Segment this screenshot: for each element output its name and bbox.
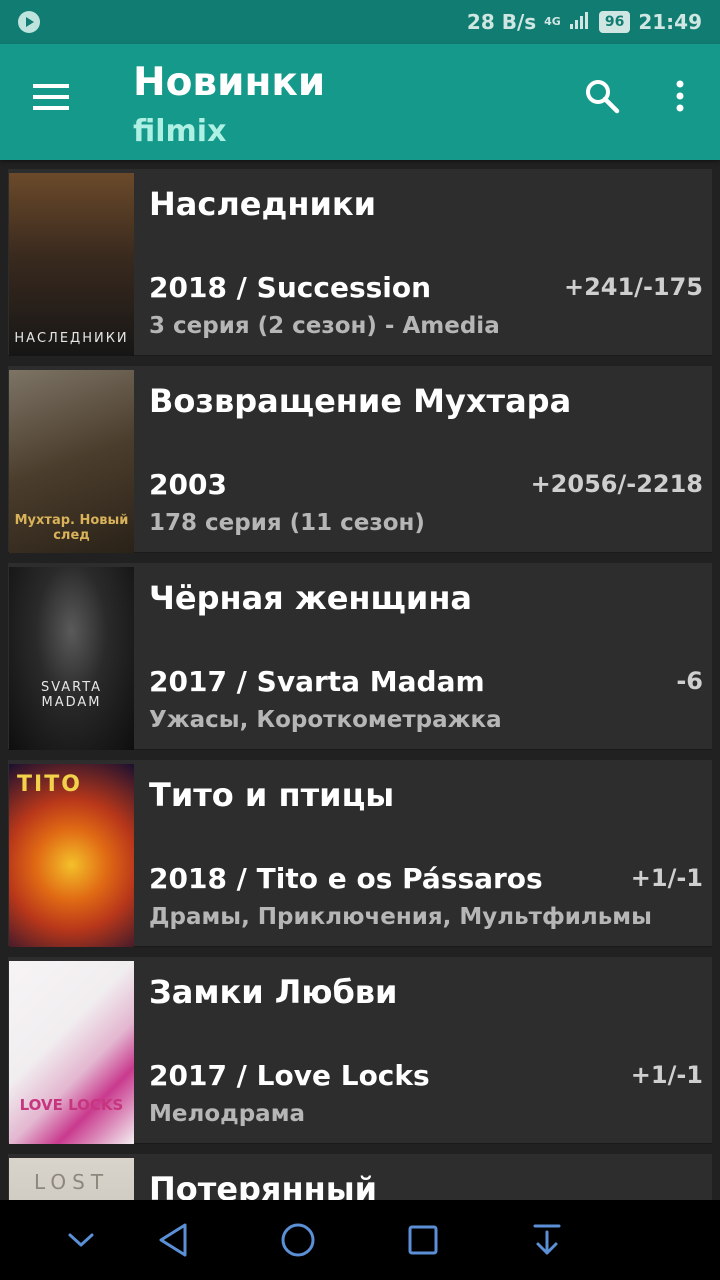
nav-home-button[interactable] — [276, 1218, 320, 1262]
item-title: Возвращение Мухтара — [149, 382, 572, 420]
recents-square-icon — [408, 1225, 438, 1255]
poster-caption: LOVE LOCKS — [19, 1096, 124, 1114]
item-title: Наследники — [149, 185, 376, 223]
nav-recents-button[interactable] — [401, 1218, 445, 1262]
item-title: Чёрная женщина — [149, 579, 473, 617]
search-button[interactable] — [578, 72, 626, 120]
list-item[interactable]: TITO Тито и птицы 2018 / Tito e os Pássa… — [8, 760, 712, 947]
app-bar: Новинки filmix — [0, 44, 720, 160]
list-item[interactable]: Мухтар. Новый след Возвращение Мухтара 2… — [8, 366, 712, 553]
poster-image: НАСЛЕДНИКИ — [9, 173, 134, 356]
item-info: 3 серия (2 сезон) - Amedia — [149, 313, 500, 339]
content-list[interactable]: НАСЛЕДНИКИ Наследники 2018 / Succession … — [0, 160, 720, 1200]
list-item[interactable]: НАСЛЕДНИКИ Наследники 2018 / Succession … — [8, 169, 712, 356]
battery-icon: 96 — [598, 11, 631, 33]
item-rating: -6 — [676, 667, 703, 695]
app-subtitle: filmix — [133, 114, 227, 149]
poster-image: LOVE LOCKS — [9, 961, 134, 1144]
network-type: 4G — [544, 15, 561, 28]
item-year: 2003 — [149, 468, 227, 501]
item-info: Драмы, Приключения, Мультфильмы — [149, 904, 652, 930]
list-item[interactable]: SVARTA MADAM Чёрная женщина 2017 / Svart… — [8, 563, 712, 750]
clock: 21:49 — [638, 10, 702, 34]
item-year: 2017 / Svarta Madam — [149, 665, 485, 698]
more-vert-icon — [676, 80, 684, 112]
item-info: Ужасы, Короткометражка — [149, 707, 502, 733]
poster-caption: НАСЛЕДНИКИ — [14, 331, 129, 346]
item-title: Замки Любви — [149, 973, 398, 1011]
item-title: Потерянный — [149, 1170, 378, 1200]
poster-caption: TITO — [17, 772, 82, 797]
poster-caption: Мухтар. Новый след — [14, 513, 129, 543]
search-icon — [586, 80, 620, 114]
item-rating: +1/-1 — [630, 1061, 703, 1089]
back-triangle-icon — [159, 1223, 187, 1257]
nav-download-button[interactable] — [525, 1218, 569, 1262]
home-circle-icon — [281, 1223, 315, 1257]
status-right: 28 B/s 4G 96 21:49 — [467, 10, 702, 35]
page-title: Новинки — [133, 60, 326, 105]
list-item[interactable]: LOST Потерянный — [8, 1154, 712, 1200]
chevron-down-icon — [68, 1233, 94, 1247]
item-rating: +2056/-2218 — [530, 470, 703, 498]
play-icon — [18, 11, 40, 33]
poster-image: Мухтар. Новый след — [9, 370, 134, 553]
more-options-button[interactable] — [658, 72, 702, 120]
network-speed: 28 B/s — [466, 10, 537, 34]
nav-back-button[interactable] — [151, 1218, 195, 1262]
download-arrow-icon — [533, 1224, 561, 1255]
item-info: Мелодрама — [149, 1101, 306, 1127]
system-nav-bar — [0, 1200, 720, 1280]
item-rating: +1/-1 — [630, 864, 703, 892]
list-item[interactable]: LOVE LOCKS Замки Любви 2017 / Love Locks… — [8, 957, 712, 1144]
item-year: 2017 / Love Locks — [149, 1059, 430, 1092]
item-title: Тито и птицы — [149, 776, 395, 814]
poster-image: TITO — [9, 764, 134, 947]
poster-image: LOST — [9, 1158, 134, 1200]
poster-image: SVARTA MADAM — [9, 567, 134, 750]
menu-icon — [33, 84, 69, 110]
battery-level: 96 — [604, 14, 625, 30]
item-year: 2018 / Succession — [149, 271, 432, 304]
signal-icon — [569, 10, 591, 35]
item-info: 178 серия (11 сезон) — [149, 510, 425, 536]
item-rating: +241/-175 — [563, 273, 703, 301]
menu-button[interactable] — [28, 74, 74, 120]
poster-caption: SVARTA MADAM — [40, 680, 103, 710]
status-bar: 28 B/s 4G 96 21:49 — [0, 0, 720, 44]
status-left — [18, 11, 40, 33]
poster-caption: LOST — [33, 1170, 110, 1194]
item-year: 2018 / Tito e os Pássaros — [149, 862, 543, 895]
nav-collapse-button[interactable] — [59, 1218, 103, 1262]
